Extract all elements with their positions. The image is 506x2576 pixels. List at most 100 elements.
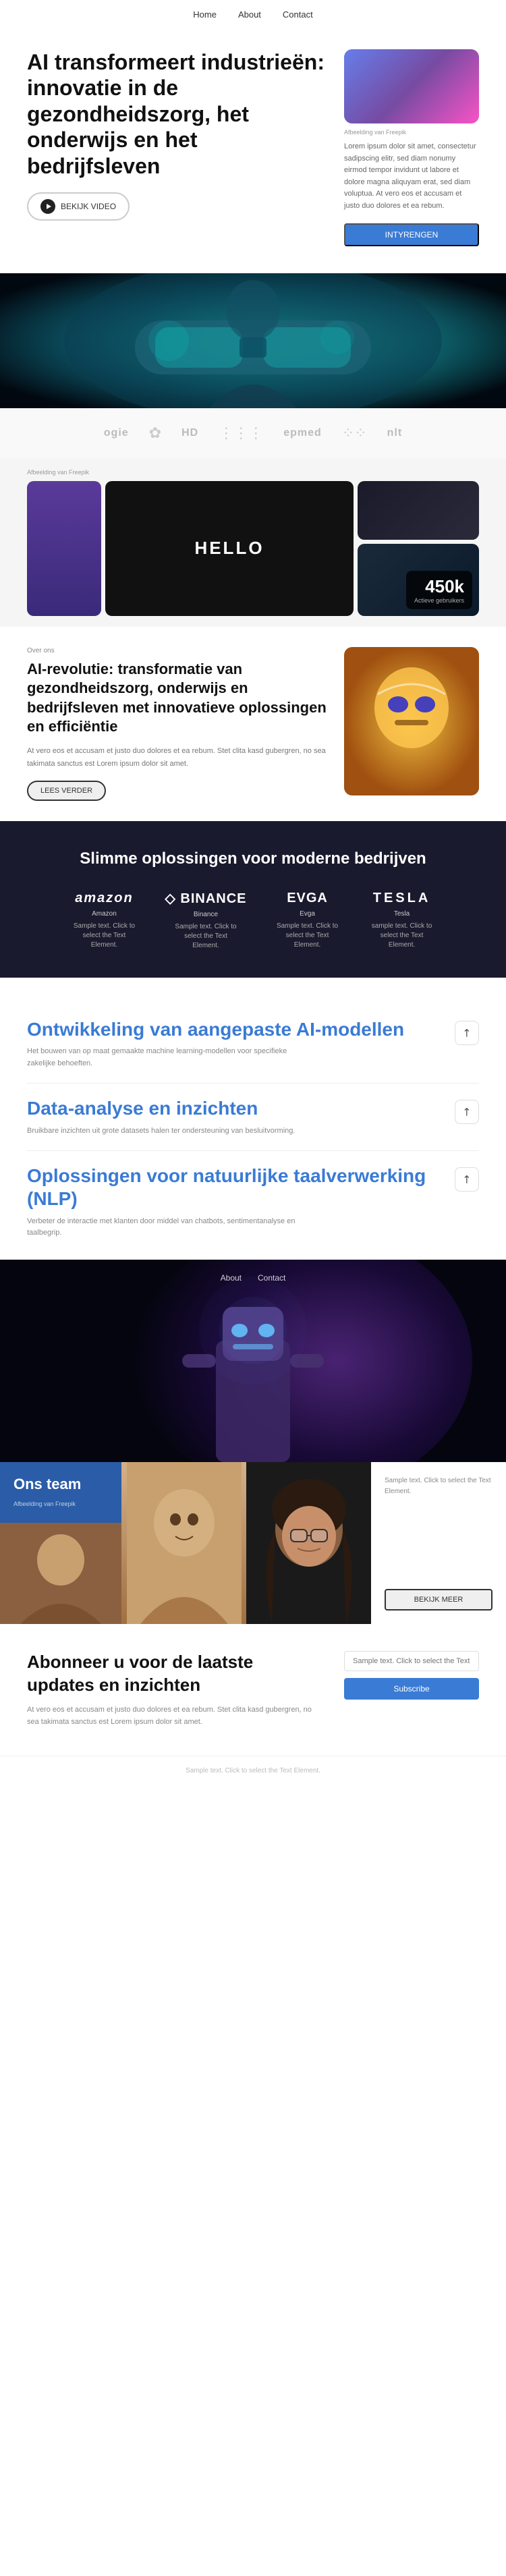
gallery-image-2: HELLO	[105, 481, 354, 616]
gallery-image-1	[27, 481, 101, 616]
logo-ogie: ogie	[104, 427, 129, 439]
about-title: AI-revolutie: transformatie van gezondhe…	[27, 660, 331, 737]
service-1-arrow-button[interactable]: ↗	[455, 1021, 479, 1045]
nav-contact[interactable]: Contact	[283, 9, 313, 20]
robot-section: About Contact	[0, 1260, 506, 1462]
service-2-title: Data-analyse en inzichten	[27, 1097, 455, 1120]
brand-amazon-desc: Sample text. Click to select the Text El…	[70, 922, 138, 950]
subscribe-right: Subscribe	[344, 1651, 479, 1700]
brand-tesla-label: Tesla	[394, 910, 410, 918]
subscribe-body: At vero eos et accusam et justo duo dolo…	[27, 1704, 324, 1728]
brand-evga-label: Evga	[300, 910, 315, 918]
hero-title: AI transformeert industrieën: innovatie …	[27, 49, 331, 179]
subscribe-section: Abonneer u voor de laatste updates en in…	[0, 1624, 506, 1756]
hero-body-text: Lorem ipsum dolor sit amet, consectetur …	[344, 141, 479, 213]
team-person-2-illustration	[252, 1462, 366, 1624]
robot-ai-illustration	[0, 1260, 506, 1462]
robot-nav-contact[interactable]: Contact	[258, 1273, 285, 1283]
hero-image-caption: Afbeelding van Freepik	[344, 129, 479, 136]
brand-evga: EVGA Evga Sample text. Click to select t…	[274, 891, 341, 950]
logo-symbol-2: ⁘⁘	[342, 424, 367, 442]
vr-banner	[0, 273, 506, 408]
about-section: Over ons AI-revolutie: transformatie van…	[0, 627, 506, 822]
team-photo-1	[121, 1462, 246, 1624]
logo-epmed: epmed	[283, 427, 322, 439]
read-more-button[interactable]: LEES VERDER	[27, 781, 106, 801]
robot-nav-about[interactable]: About	[221, 1273, 242, 1283]
service-item-3: Oplossingen voor natuurlijke taalverwerk…	[27, 1151, 479, 1252]
team-title: Ons team	[13, 1476, 108, 1493]
service-1-left: Ontwikkeling van aangepaste AI-modellen …	[27, 1018, 455, 1070]
service-2-desc: Bruikbare inzichten uit grote datasets h…	[27, 1125, 297, 1138]
brand-evga-name: EVGA	[287, 891, 328, 906]
gallery-image-3	[358, 481, 479, 540]
brand-amazon-label: Amazon	[92, 910, 117, 918]
dark-section: Slimme oplossingen voor moderne bedrijve…	[0, 821, 506, 977]
brand-amazon: amazon Amazon Sample text. Click to sele…	[70, 891, 138, 950]
brand-binance-desc: Sample text. Click to select the Text El…	[172, 922, 240, 951]
subscribe-title: Abonneer u voor de laatste updates en in…	[27, 1651, 324, 1697]
about-image	[344, 647, 479, 795]
team-person-1-illustration	[127, 1462, 242, 1624]
nav-about[interactable]: About	[238, 9, 261, 20]
hello-text: HELLO	[194, 538, 264, 559]
team-photo-2	[246, 1462, 371, 1624]
arrow-icon-3: ↗	[459, 1172, 475, 1188]
subscribe-button[interactable]: Subscribe	[344, 1678, 479, 1700]
team-header: Ons team Afbeelding van Freepik	[0, 1462, 121, 1523]
team-right-panel: Sample text. Click to select the Text El…	[371, 1462, 506, 1624]
robot-illustration	[344, 647, 479, 795]
logo-symbol-1: ✿	[149, 424, 161, 442]
navigation: Home About Contact	[0, 0, 506, 29]
about-label: Over ons	[27, 647, 331, 654]
brand-binance-name: ◇ BINANCE	[165, 890, 246, 907]
counter-number: 450k	[414, 576, 464, 597]
service-3-left: Oplossingen voor natuurlijke taalverwerk…	[27, 1165, 455, 1239]
brand-binance: ◇ BINANCE Binance Sample text. Click to …	[165, 890, 246, 951]
counter-label: Actieve gebruikers	[414, 597, 464, 604]
about-body: At vero eos et accusam et justo duo dolo…	[27, 745, 331, 770]
logos-section: ogie ✿ HD ⋮⋮⋮ epmed ⁘⁘ nlt	[0, 408, 506, 458]
play-icon	[40, 199, 55, 214]
team-caption: Afbeelding van Freepik	[13, 1501, 76, 1507]
service-3-arrow-button[interactable]: ↗	[455, 1167, 479, 1192]
nav-home[interactable]: Home	[193, 9, 217, 20]
subscribe-left: Abonneer u voor de laatste updates en in…	[27, 1651, 324, 1729]
service-item-1: Ontwikkeling van aangepaste AI-modellen …	[27, 1005, 479, 1084]
arrow-icon-2: ↗	[459, 1104, 475, 1120]
team-small-photo	[0, 1523, 121, 1624]
counter-badge: 450k Actieve gebruikers	[406, 571, 472, 609]
team-explore-button[interactable]: BEKIJK MEER	[385, 1589, 493, 1611]
logo-hd: HD	[181, 427, 198, 439]
brand-tesla-desc: sample text. Click to select the Text El…	[368, 922, 436, 950]
brand-tesla-name: TESLA	[373, 891, 431, 906]
brand-tesla: TESLA Tesla sample text. Click to select…	[368, 891, 436, 950]
services-section: Ontwikkeling van aangepaste AI-modellen …	[0, 978, 506, 1260]
logo-dots: ⋮⋮⋮	[219, 424, 263, 442]
service-1-title: Ontwikkeling van aangepaste AI-modellen	[27, 1018, 455, 1041]
watch-video-button[interactable]: BEKIJK VIDEO	[27, 192, 130, 221]
team-layout: Ons team Afbeelding van Freepik	[0, 1462, 506, 1624]
team-section: Ons team Afbeelding van Freepik	[0, 1462, 506, 1624]
gallery-image-4: 450k Actieve gebruikers	[358, 544, 479, 616]
team-left-column: Ons team Afbeelding van Freepik	[0, 1462, 121, 1624]
hero-image	[344, 49, 479, 123]
about-left: Over ons AI-revolutie: transformatie van…	[27, 647, 331, 802]
service-3-desc: Verbeter de interactie met klanten door …	[27, 1216, 297, 1239]
service-2-arrow-button[interactable]: ↗	[455, 1100, 479, 1124]
subscribe-input[interactable]	[344, 1651, 479, 1671]
hero-right: Afbeelding van Freepik Lorem ipsum dolor…	[344, 49, 479, 246]
gallery-caption: Afbeelding van Freepik	[27, 469, 479, 476]
team-side-text: Sample text. Click to select the Text El…	[385, 1476, 493, 1497]
gallery-section: Afbeelding van Freepik HELLO 450k Actiev…	[0, 458, 506, 627]
brands-row: amazon Amazon Sample text. Click to sele…	[27, 890, 479, 951]
footer: Sample text. Click to select the Text El…	[0, 1756, 506, 1785]
brand-binance-label: Binance	[194, 911, 218, 918]
hero-subscribe-button[interactable]: INTYRENGEN	[344, 223, 479, 246]
logo-nlt: nlt	[387, 427, 403, 439]
brand-amazon-name: amazon	[75, 891, 133, 906]
brand-evga-desc: Sample text. Click to select the Text El…	[274, 922, 341, 950]
hero-section: AI transformeert industrieën: innovatie …	[0, 29, 506, 273]
hero-left: AI transformeert industrieën: innovatie …	[27, 49, 331, 231]
dark-section-title: Slimme oplossingen voor moderne bedrijve…	[27, 848, 479, 869]
